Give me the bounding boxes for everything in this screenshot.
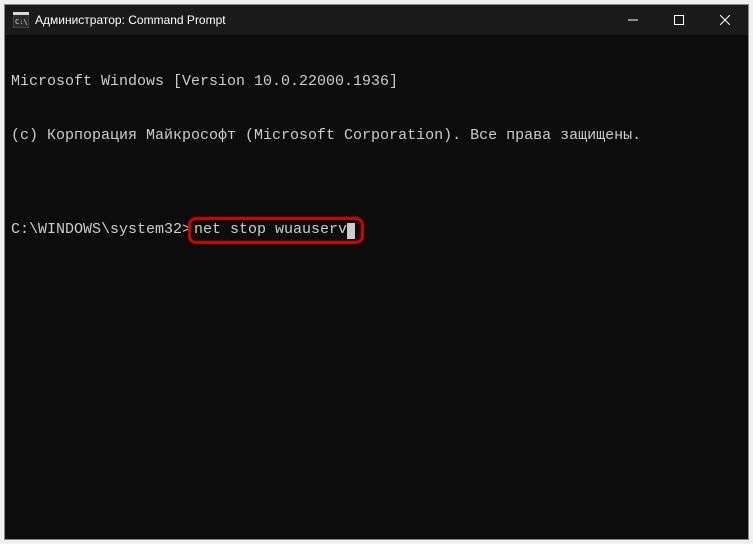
command-prompt-window: C:\ Администратор: Command Prompt — [4, 4, 749, 540]
prompt-path: C:\WINDOWS\system32> — [11, 221, 191, 239]
titlebar[interactable]: C:\ Администратор: Command Prompt — [5, 5, 748, 35]
close-button[interactable] — [702, 5, 748, 35]
svg-text:C:\: C:\ — [15, 18, 28, 26]
maximize-button[interactable] — [656, 5, 702, 35]
typed-command: net stop wuauserv — [194, 221, 347, 238]
terminal-area[interactable]: Microsoft Windows [Version 10.0.22000.19… — [5, 35, 748, 539]
text-cursor — [347, 223, 355, 239]
window-title: Администратор: Command Prompt — [35, 13, 226, 27]
cmd-icon: C:\ — [13, 12, 29, 28]
terminal-prompt-line: C:\WINDOWS\system32>net stop wuauserv — [11, 217, 742, 244]
window-controls — [610, 5, 748, 35]
terminal-line-version: Microsoft Windows [Version 10.0.22000.19… — [11, 73, 742, 91]
command-highlight: net stop wuauserv — [188, 217, 364, 244]
minimize-button[interactable] — [610, 5, 656, 35]
terminal-line-copyright: (c) Корпорация Майкрософт (Microsoft Cor… — [11, 127, 742, 145]
